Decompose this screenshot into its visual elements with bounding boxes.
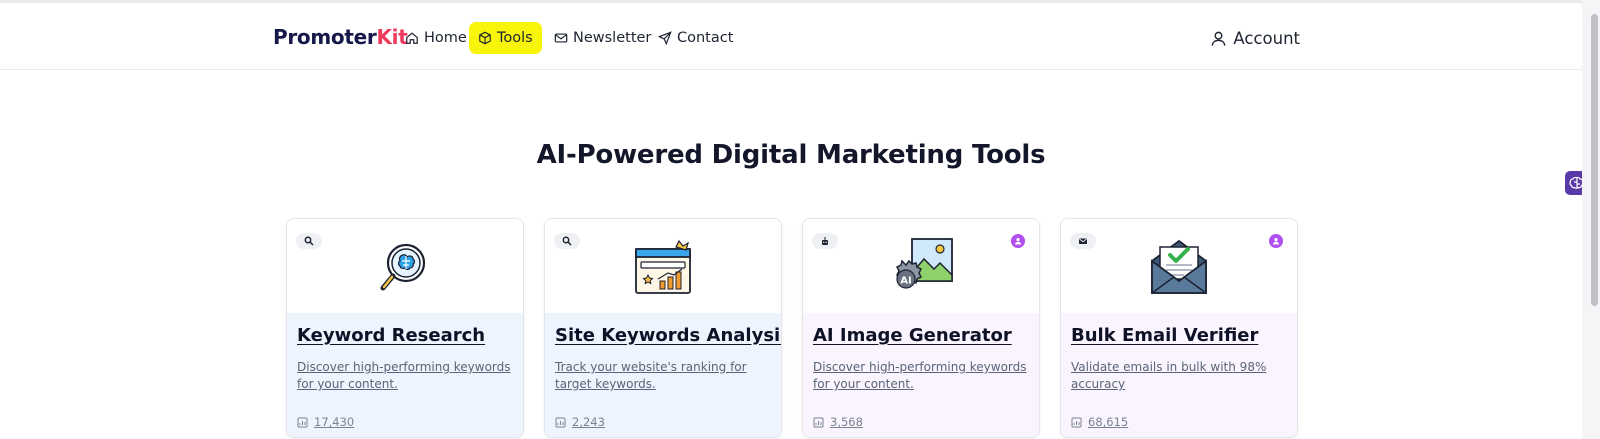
card-count-value: 17,430 bbox=[314, 415, 355, 429]
nav-tools-label: Tools bbox=[497, 30, 533, 46]
stats-icon bbox=[555, 417, 566, 427]
tool-card-site-keywords-analysis[interactable]: Site Keywords Analysis Track your websit… bbox=[544, 218, 782, 438]
user-icon bbox=[1212, 31, 1226, 46]
user-premium-icon bbox=[1273, 238, 1279, 245]
svg-text:AI: AI bbox=[900, 276, 911, 287]
card-title[interactable]: AI Image Generator bbox=[813, 325, 1031, 346]
nav-contact-label: Contact bbox=[677, 30, 734, 46]
account-button[interactable]: Account bbox=[1210, 22, 1300, 54]
nav-home-label: Home bbox=[424, 30, 467, 46]
card-count-value: 68,615 bbox=[1088, 415, 1129, 429]
user-premium-icon bbox=[1015, 238, 1021, 245]
card-count-value: 3,568 bbox=[830, 415, 863, 429]
card-usage-count[interactable]: 3,568 bbox=[813, 415, 863, 429]
card-count-value: 2,243 bbox=[572, 415, 605, 429]
brand-logo[interactable]: PromoterKit bbox=[273, 25, 408, 49]
robot-icon bbox=[822, 237, 828, 245]
scrollbar-thumb[interactable] bbox=[1591, 14, 1598, 306]
home-icon bbox=[406, 32, 418, 44]
tool-card-keyword-research[interactable]: Keyword Research Discover high-performin… bbox=[286, 218, 524, 438]
navbar: PromoterKit Home Tools Newsletter Contac… bbox=[0, 3, 1582, 70]
card-usage-count[interactable]: 2,243 bbox=[555, 415, 605, 429]
search-icon bbox=[304, 236, 314, 246]
account-label: Account bbox=[1233, 28, 1300, 48]
brand-name-part1: Promoter bbox=[273, 25, 377, 49]
card-description[interactable]: Discover high-performing keywords for yo… bbox=[813, 359, 1027, 393]
category-badge bbox=[812, 233, 838, 249]
stats-icon bbox=[297, 417, 308, 427]
send-icon bbox=[658, 31, 672, 45]
nav-tools[interactable]: Tools bbox=[469, 22, 542, 54]
card-title[interactable]: Bulk Email Verifier bbox=[1071, 325, 1289, 346]
category-badge bbox=[554, 233, 580, 249]
stats-icon bbox=[1071, 417, 1082, 427]
stats-icon bbox=[813, 417, 824, 427]
brand-name-part2: Kit bbox=[376, 25, 408, 49]
mail-icon bbox=[554, 33, 568, 43]
mail-icon bbox=[1079, 238, 1087, 244]
card-title[interactable]: Site Keywords Analysis bbox=[555, 325, 781, 346]
search-icon bbox=[562, 236, 572, 246]
email-verified-icon bbox=[1151, 239, 1207, 294]
card-usage-count[interactable]: 17,430 bbox=[297, 415, 354, 429]
premium-badge bbox=[1269, 234, 1283, 248]
ranking-chart-icon bbox=[635, 239, 691, 294]
card-description[interactable]: Discover high-performing keywords for yo… bbox=[297, 359, 511, 393]
card-usage-count[interactable]: 68,615 bbox=[1071, 415, 1128, 429]
tool-card-bulk-email-verifier[interactable]: Bulk Email Verifier Validate emails in b… bbox=[1060, 218, 1298, 438]
nav-home[interactable]: Home bbox=[405, 22, 467, 54]
nav-newsletter-label: Newsletter bbox=[573, 30, 652, 46]
nav-contact[interactable]: Contact bbox=[658, 22, 733, 54]
card-description[interactable]: Track your website's ranking for target … bbox=[555, 359, 769, 393]
tool-card-ai-image-generator[interactable]: AI AI Image Generator Discover high-perf… bbox=[802, 218, 1040, 438]
nav-newsletter[interactable]: Newsletter bbox=[554, 22, 651, 54]
premium-badge bbox=[1011, 234, 1025, 248]
card-description[interactable]: Validate emails in bulk with 98% accurac… bbox=[1071, 359, 1285, 393]
magnifier-brain-icon bbox=[380, 243, 426, 291]
card-title[interactable]: Keyword Research bbox=[297, 325, 515, 346]
category-badge bbox=[1070, 233, 1096, 249]
cube-icon bbox=[479, 31, 491, 45]
page-title: AI-Powered Digital Marketing Tools bbox=[536, 140, 1046, 170]
category-badge bbox=[296, 233, 322, 249]
ai-image-icon: AI bbox=[895, 238, 953, 289]
